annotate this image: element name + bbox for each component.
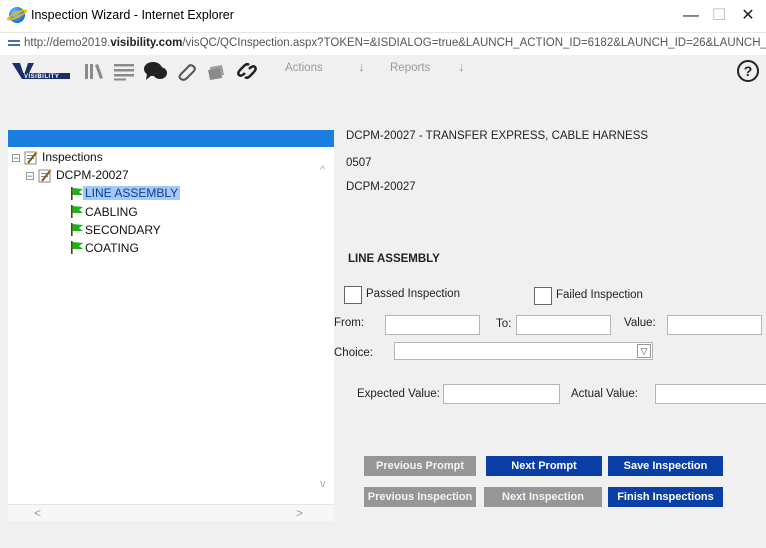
actions-dropdown-arrow-icon[interactable]: ↓ [358,59,365,74]
green-flag-icon [71,187,83,200]
previous-inspection-button[interactable]: Previous Inspection [364,487,476,507]
passed-inspection-checkbox[interactable] [344,286,362,304]
inspection-tree-panel: − Inspections − DCPM-20027 LINE ASSEMBLY… [8,130,334,521]
green-flag-icon [71,241,83,254]
passed-inspection-label: Passed Inspection [366,288,460,300]
actual-value-field[interactable] [655,384,766,404]
url-path: /visQC/QCInspection.aspx?TOKEN=&ISDIALOG… [182,37,766,49]
scroll-right-icon[interactable]: > [296,506,303,520]
from-field[interactable] [385,315,480,335]
window-title: Inspection Wizard - Internet Explorer [31,8,234,22]
tree-item-secondary[interactable]: SECONDARY [83,223,163,237]
tree-item-label: LINE ASSEMBLY [83,186,181,200]
tree-item-inspections[interactable]: Inspections [40,150,105,164]
previous-prompt-button[interactable]: Previous Prompt [364,456,476,476]
url-prefix: http://demo2019. [24,37,111,49]
expected-value-label: Expected Value: [357,388,440,400]
failed-inspection-checkbox[interactable] [534,287,552,305]
library-icon[interactable] [84,61,106,81]
chat-icon[interactable] [143,61,169,81]
scroll-left-icon[interactable]: < [34,506,41,520]
attachment-icon[interactable] [175,61,197,81]
logo-text: VISIBILITY [24,74,60,80]
green-flag-icon [71,223,83,236]
link-icon[interactable] [235,61,259,81]
chevron-down-icon[interactable]: ▽ [637,344,651,358]
close-button[interactable]: ✕ [737,5,759,27]
address-bar[interactable]: http://demo2019.visibility.com/visQC/QCI… [0,32,766,56]
inspections-folder-icon [24,151,38,165]
collapse-dcpm-icon[interactable]: − [26,172,34,181]
choice-label: Choice: [334,347,373,359]
prompt-title: LINE ASSEMBLY [348,253,440,265]
tree-panel-header [8,130,334,147]
tree-item-label: Inspections [42,150,103,164]
inspection-header-id: DCPM-20027 [346,181,416,193]
reports-dropdown-arrow-icon[interactable]: ↓ [458,59,465,74]
green-flag-icon [71,205,83,218]
value-field[interactable] [667,315,762,335]
inspection-header-title: DCPM-20027 - TRANSFER EXPRESS, CABLE HAR… [346,130,649,142]
collapse-inspections-icon[interactable]: − [12,154,20,163]
tree-item-cabling[interactable]: CABLING [83,205,140,219]
list-icon[interactable] [113,61,135,81]
actual-value-label: Actual Value: [571,388,638,400]
from-label: From: [334,317,365,329]
actions-menu[interactable]: Actions [285,62,323,74]
save-inspection-button[interactable]: Save Inspection [608,456,723,476]
page-icon [8,40,20,46]
minimize-button[interactable]: — [680,5,702,27]
tree-item-label: CABLING [85,205,138,219]
window-title-bar: Inspection Wizard - Internet Explorer — … [0,0,766,32]
tree-item-label: COATING [85,241,139,255]
tree-item-dcpm-20027[interactable]: DCPM-20027 [54,168,131,182]
expected-value-field[interactable] [443,384,560,404]
to-label: To: [496,318,512,330]
help-icon[interactable]: ? [737,60,759,82]
url-host: visibility.com [110,37,183,49]
finish-inspections-button[interactable]: Finish Inspections [608,487,723,507]
scroll-up-icon[interactable]: ^ [320,164,325,176]
tree-item-coating[interactable]: COATING [83,241,141,255]
dcpm-document-icon [38,169,52,183]
tree-item-line-assembly[interactable]: LINE ASSEMBLY [83,186,181,200]
internet-explorer-icon [9,7,25,23]
tree-item-label: SECONDARY [85,223,161,237]
tree-item-label: DCPM-20027 [56,168,129,182]
next-inspection-button[interactable]: Next Inspection [484,487,602,507]
choice-select[interactable]: ▽ [394,342,653,360]
reports-menu[interactable]: Reports [390,62,430,74]
app-toolbar: VISIBILITY Actions ↓ Reports ↓ ? [0,55,766,85]
horizontal-scrollbar[interactable]: < > [8,504,334,521]
maximize-button[interactable]: ☐ [708,5,730,27]
to-field[interactable] [516,315,611,335]
scroll-down-icon[interactable]: v [320,478,326,490]
value-label: Value: [624,317,656,329]
failed-inspection-label: Failed Inspection [556,289,643,301]
inspection-header-code: 0507 [346,157,372,169]
next-prompt-button[interactable]: Next Prompt [486,456,602,476]
address-url[interactable]: http://demo2019.visibility.com/visQC/QCI… [24,37,766,49]
note-icon[interactable] [207,61,227,81]
